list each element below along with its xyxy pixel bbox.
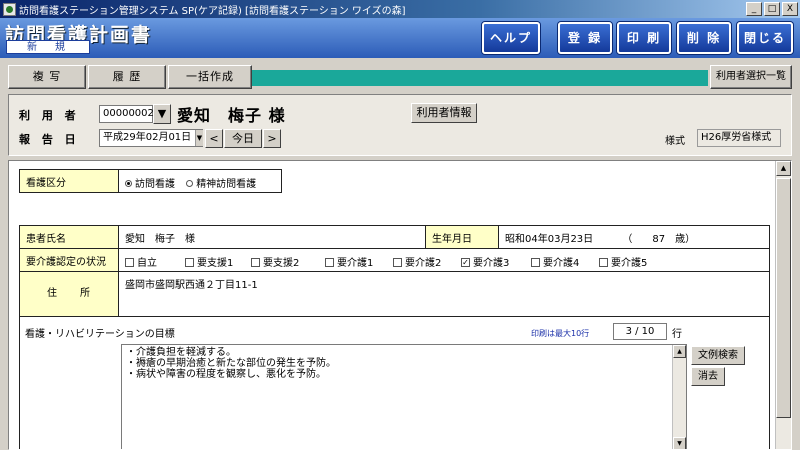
care-level-label: 要介護認定の状況	[19, 248, 119, 272]
care-level-care-3[interactable]: ✓ 要介護3	[461, 254, 509, 269]
care-level-care-4[interactable]: 要介護4	[531, 254, 579, 269]
address-label: 住 所	[19, 271, 119, 317]
checkbox-checked-icon: ✓	[461, 257, 470, 267]
line-count: 3 / 10	[613, 323, 667, 340]
age-value: （ 87 歳）	[622, 234, 696, 245]
checkbox-icon	[251, 257, 260, 267]
goal-label: 看護・リハビリテーションの目標	[25, 329, 175, 340]
goal-textarea[interactable]: ・介護負担を軽減する。 ・褥瘡の早期治癒と新たな部位の発生を予防。 ・病状や障害…	[121, 344, 687, 449]
delete-button[interactable]: 削 除	[677, 22, 731, 54]
minimize-button[interactable]: _	[746, 2, 762, 16]
example-search-button[interactable]: 文例検索	[691, 346, 745, 365]
scroll-down-icon[interactable]: ▼	[673, 437, 686, 449]
app-icon	[3, 2, 16, 16]
window-controls: _ □ X	[746, 2, 798, 16]
care-level-checkbox-group: 自立 要支援1 要支援2 要介護1 要介護2 ✓ 要介護3 要介護4 要介護5	[118, 248, 770, 272]
patient-name-label: 患者氏名	[19, 225, 119, 249]
goal-line: ・褥瘡の早期治癒と新たな部位の発生を予防。	[126, 358, 336, 369]
close-button[interactable]: 閉じる	[737, 22, 793, 54]
report-date-label: 報 告 日	[19, 133, 80, 146]
copy-button[interactable]: 複 写	[8, 65, 86, 89]
scroll-thumb[interactable]	[776, 178, 791, 418]
birth-date-label: 生年月日	[425, 225, 499, 249]
bulk-create-button[interactable]: 一括作成	[168, 65, 252, 89]
toolbar: 複 写 履 歴 一括作成 利用者選択一覧	[0, 60, 800, 92]
radio-checked-icon	[125, 179, 132, 187]
goal-line: ・病状や障害の程度を観察し、悪化を予防。	[126, 369, 326, 380]
window-title-bar: 訪問看護ステーション管理システム SP(ケア記録) [訪問看護ステーション ワイ…	[0, 0, 800, 18]
address-value: 盛岡市盛岡駅西通２丁目11-1	[118, 271, 770, 317]
style-value: H26厚労省様式	[697, 129, 781, 147]
date-dropdown-icon[interactable]: ▼	[195, 130, 203, 146]
care-level-independent[interactable]: 自立	[125, 254, 157, 269]
nursing-type-label: 看護区分	[19, 169, 119, 193]
care-level-care-5[interactable]: 要介護5	[599, 254, 647, 269]
patient-name-value: 愛知 梅子 様	[118, 225, 426, 249]
form-pane: 看護区分 訪問看護 精神訪問看護 患者氏名 愛知 梅子 様 生年月日 昭和04年…	[8, 160, 792, 450]
history-button[interactable]: 履 歴	[88, 65, 166, 89]
care-level-support-1[interactable]: 要支援1	[185, 254, 233, 269]
user-id-field[interactable]: 00000002	[99, 105, 154, 123]
radio-visiting-nursing[interactable]: 訪問看護	[125, 179, 175, 190]
help-button[interactable]: ヘルプ	[482, 22, 540, 54]
patient-info-pane: 利 用 者 00000002 ▼ 愛知 梅子 様 利用者情報 報 告 日 平成2…	[8, 94, 792, 156]
checkbox-icon	[599, 257, 608, 267]
register-button[interactable]: 登 録	[558, 22, 612, 54]
checkbox-icon	[125, 257, 134, 267]
triangle-down-icon: ▼	[157, 107, 167, 120]
user-name: 愛知 梅子 様	[177, 106, 286, 125]
prev-date-button[interactable]: <	[205, 129, 223, 148]
user-label: 利 用 者	[19, 109, 80, 122]
form-scrollbar[interactable]: ▲	[775, 161, 791, 449]
maximize-button[interactable]: □	[764, 2, 780, 16]
radio-psychiatric-nursing[interactable]: 精神訪問看護	[186, 179, 256, 190]
print-limit-note: 印刷は最大10行	[531, 329, 590, 338]
care-level-care-2[interactable]: 要介護2	[393, 254, 441, 269]
user-list-button[interactable]: 利用者選択一覧	[710, 65, 792, 89]
nursing-type-radio-group: 訪問看護 精神訪問看護	[118, 169, 282, 193]
checkbox-icon	[325, 257, 334, 267]
user-info-button[interactable]: 利用者情報	[411, 103, 477, 123]
window-title: 訪問看護ステーション管理システム SP(ケア記録) [訪問看護ステーション ワイ…	[19, 5, 406, 17]
care-level-support-2[interactable]: 要支援2	[251, 254, 299, 269]
mode-badge: 新 規	[6, 40, 90, 54]
app-header: 訪問看護計画書 新 規 ヘルプ 登 録 印 刷 削 除 閉じる	[0, 18, 800, 58]
birth-date-cell: 昭和04年03月23日 （ 87 歳）	[498, 225, 770, 249]
care-level-care-1[interactable]: 要介護1	[325, 254, 373, 269]
report-date-field[interactable]: 平成29年02月01日	[99, 129, 203, 147]
next-date-button[interactable]: >	[263, 129, 281, 148]
scroll-up-icon[interactable]: ▲	[673, 345, 686, 358]
style-label: 様式	[665, 136, 685, 147]
checkbox-icon	[185, 257, 194, 267]
user-dropdown-button[interactable]: ▼	[153, 104, 171, 124]
close-window-button[interactable]: X	[782, 2, 798, 16]
checkbox-icon	[531, 257, 540, 267]
goal-line: ・介護負担を軽減する。	[126, 347, 236, 358]
today-button[interactable]: 今日	[224, 129, 262, 148]
line-unit: 行	[672, 329, 682, 340]
radio-unchecked-icon	[186, 179, 194, 187]
goal-scrollbar[interactable]: ▲ ▼	[672, 345, 686, 449]
scroll-up-icon[interactable]: ▲	[776, 161, 791, 176]
toolbar-accent-bar	[252, 70, 708, 86]
print-button[interactable]: 印 刷	[617, 22, 671, 54]
checkbox-icon	[393, 257, 402, 267]
clear-button[interactable]: 消去	[691, 367, 725, 386]
birth-date-value: 昭和04年03月23日	[505, 234, 594, 245]
